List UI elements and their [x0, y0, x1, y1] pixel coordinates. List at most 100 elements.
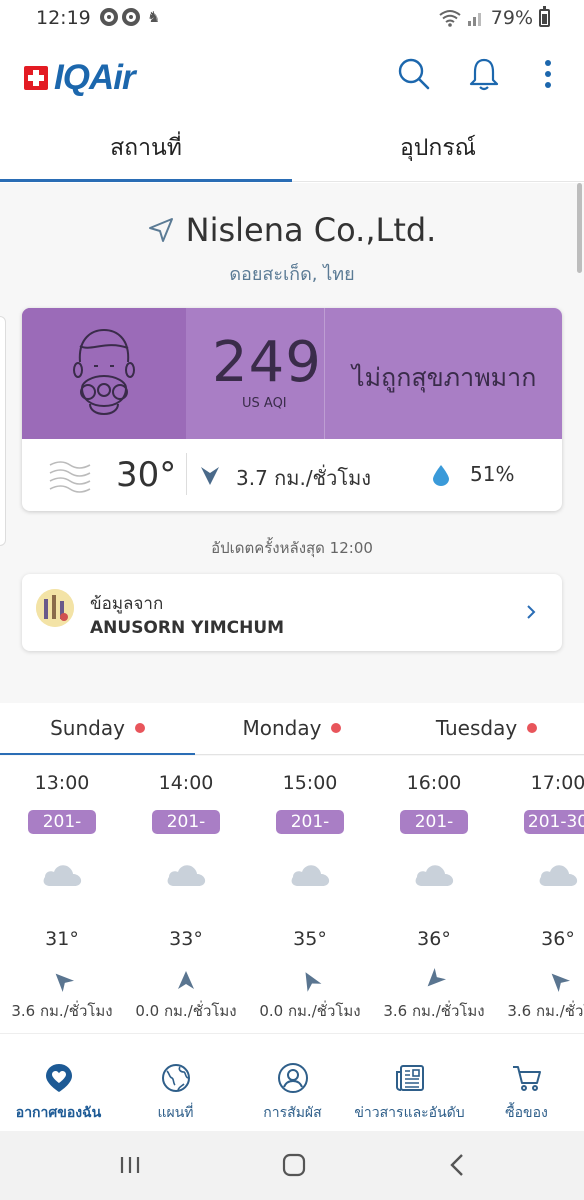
day-tab-indicator: [0, 753, 195, 755]
day-tab-monday[interactable]: Monday: [195, 703, 389, 753]
bottom-nav: อากาศของฉัน แผนที่ การสัมผัส ข่าวสารและอ…: [0, 1033, 584, 1131]
humidity: 51%: [470, 462, 515, 486]
nav-label: ซื้อของ: [505, 1105, 548, 1121]
aqi-range-badge: 201-300: [28, 810, 96, 856]
status-time: 12:19: [36, 7, 91, 29]
hour-wind: 0.0 กม./ชั่วโมง: [135, 1002, 237, 1020]
hourly-item: 15:00 201-300 35° 0.0 กม./ชั่วโมง: [248, 756, 372, 1020]
news-icon: [396, 1065, 424, 1091]
hour-time: 15:00: [282, 772, 338, 794]
heart-pin-icon: [46, 1064, 72, 1092]
hourly-item: 17:00 201-30 36° 3.6 กม./ชั่วโมง: [496, 756, 584, 1020]
hour-temperature: 35°: [293, 928, 327, 950]
location-name: Nislena Co.,Ltd.: [185, 211, 437, 249]
aqi-banner: 249 US AQI ไม่ถูกสุขภาพมาก: [22, 308, 562, 439]
hourly-item: 16:00 201-300 36° 3.6 กม./ชั่วโมง: [372, 756, 496, 1020]
more-vert-icon[interactable]: [532, 56, 568, 92]
notification-icon: [100, 8, 118, 26]
cart-icon: [513, 1066, 541, 1091]
app-bar: IQAir: [0, 36, 584, 114]
nav-label: แผนที่: [157, 1105, 194, 1121]
notification-icon: ♞: [147, 8, 161, 26]
system-nav-bar: [0, 1131, 584, 1200]
wind-arrow-icon: [178, 971, 194, 989]
weather-row: 30° 3.7 กม./ชั่วโมง 51%: [22, 439, 562, 511]
aqi-face-box: [22, 308, 186, 439]
notification-icons: ♞: [100, 8, 160, 26]
nav-label: อากาศของฉัน: [15, 1105, 102, 1121]
tab-indicator: [0, 179, 292, 182]
day-tab-sunday[interactable]: Sunday: [0, 703, 195, 753]
wind-arrow-icon: [305, 972, 322, 992]
contributor-name: ANUSORN YIMCHUM: [90, 618, 285, 638]
nav-shop[interactable]: ซื้อของ: [468, 1034, 584, 1132]
status-bar: 12:19 ♞ 79%: [0, 0, 584, 36]
main-content[interactable]: Nislena Co.,Ltd. ดอยสะเก็ด, ไทย 249 US A…: [0, 183, 584, 1033]
tab-places[interactable]: สถานที่: [0, 114, 292, 182]
aqi-divider: [324, 308, 325, 439]
weather-haze-icon: [49, 461, 91, 493]
cloud-icon: [167, 865, 206, 886]
nav-label: การสัมผัส: [263, 1105, 322, 1121]
home-icon[interactable]: [280, 1151, 308, 1179]
wind-arrow-icon: [551, 973, 571, 993]
hour-temperature: 36°: [541, 928, 575, 950]
day-label: Monday: [242, 716, 322, 740]
nav-label: ข่าวสารและอันดับ: [354, 1105, 465, 1121]
wind-direction-icon: [201, 467, 219, 485]
chevron-right-icon[interactable]: [524, 602, 538, 622]
aqi-level-label: ไม่ถูกสุขภาพมาก: [352, 363, 537, 392]
aqi-range-badge: 201-300: [400, 810, 468, 856]
contributor-avatar: [36, 589, 74, 627]
nav-map[interactable]: แผนที่: [117, 1034, 234, 1132]
person-icon: [278, 1063, 308, 1093]
wind-speed: 3.7 กม./ชั่วโมง: [236, 466, 372, 490]
hourly-item: 13:00 201-300 31° 3.6 กม./ชั่วโมง: [0, 756, 124, 1020]
nav-my-air[interactable]: อากาศของฉัน: [0, 1034, 117, 1132]
location-arrow-icon: [148, 218, 173, 242]
status-right: 79%: [439, 6, 550, 29]
tab-devices[interactable]: อุปกรณ์: [292, 114, 584, 182]
alert-dot-icon: [527, 723, 538, 733]
bell-icon[interactable]: [466, 56, 502, 92]
hour-wind: 0.0 กม./ชั่วโมง: [259, 1002, 361, 1020]
location-header: Nislena Co.,Ltd. ดอยสะเก็ด, ไทย: [0, 211, 584, 288]
weather-separator: [186, 453, 187, 495]
aqi-range-badge: 201-300: [152, 810, 220, 856]
day-label: Sunday: [50, 716, 125, 740]
data-source-card[interactable]: ข้อมูลจาก ANUSORN YIMCHUM: [22, 574, 562, 651]
hourly-forecast[interactable]: 13:00 201-300 31° 3.6 กม./ชั่วโมง 14:00 …: [0, 756, 584, 1033]
iqair-logo[interactable]: IQAir: [24, 58, 136, 98]
day-tabs: Sunday Monday Tuesday: [0, 703, 584, 755]
humidity-drop-icon: [433, 465, 449, 486]
hour-wind: 3.6 กม./ชั่วโมง: [507, 1002, 584, 1020]
cloud-icon: [291, 865, 330, 886]
aqi-range-badge: 201-30: [524, 810, 584, 834]
day-tab-tuesday[interactable]: Tuesday: [389, 703, 584, 753]
globe-icon: [162, 1064, 190, 1092]
hourly-item: 14:00 201-300 33° 0.0 กม./ชั่วโมง: [124, 756, 248, 1020]
location-title-row: Nislena Co.,Ltd.: [148, 211, 437, 249]
alert-dot-icon: [134, 723, 145, 733]
aqi-range-badge: 201-300: [276, 810, 344, 856]
search-icon[interactable]: [396, 56, 432, 92]
hour-wind: 3.6 กม./ชั่วโมง: [383, 1002, 485, 1020]
back-icon[interactable]: [444, 1151, 472, 1179]
hour-time: 17:00: [530, 772, 584, 794]
aqi-unit: US AQI: [242, 396, 287, 411]
hour-time: 14:00: [158, 772, 214, 794]
recent-apps-icon[interactable]: [116, 1151, 144, 1179]
face-mask-icon: [73, 328, 135, 416]
battery-percent: 79%: [490, 7, 533, 29]
aqi-card[interactable]: 249 US AQI ไม่ถูกสุขภาพมาก 30° 3.7 กม./ช…: [22, 308, 562, 511]
wind-arrow-icon: [55, 973, 75, 993]
cloud-icon: [415, 865, 454, 886]
previous-card-edge[interactable]: [0, 316, 6, 546]
last-updated: อัปเดตครั้งหลังสุด 12:00: [211, 539, 373, 557]
notification-icon: [122, 8, 140, 26]
nav-exposure[interactable]: การสัมผัส: [234, 1034, 351, 1132]
hour-time: 13:00: [34, 772, 90, 794]
cloud-icon: [539, 865, 578, 886]
aqi-value: 249: [212, 330, 322, 395]
nav-news-ranking[interactable]: ข่าวสารและอันดับ: [351, 1034, 468, 1132]
